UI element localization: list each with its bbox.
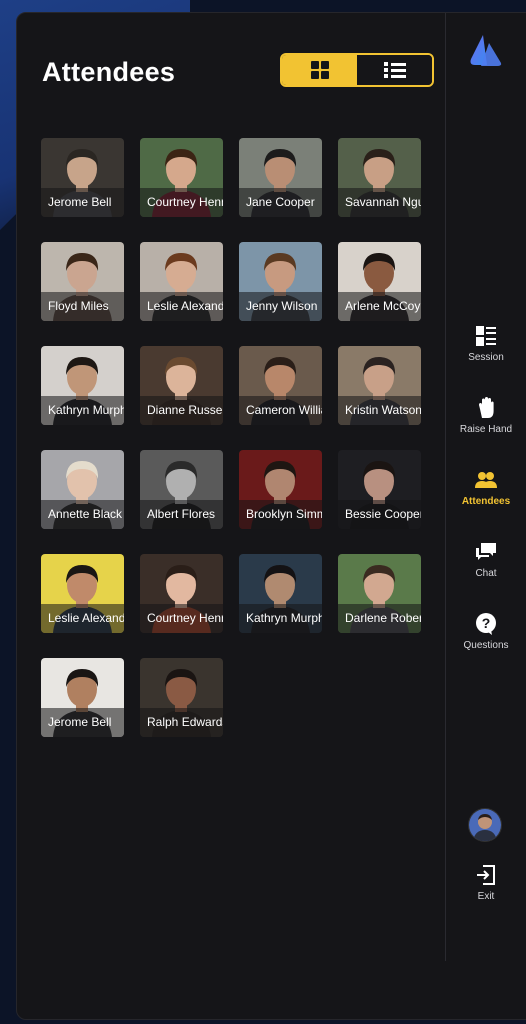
attendee-tile[interactable]: Ralph Edwards (140, 658, 223, 737)
svg-text:?: ? (482, 615, 491, 631)
attendee-name: Albert Flores (140, 500, 223, 529)
exit-button[interactable]: Exit (446, 863, 526, 902)
attendee-tile[interactable]: Jerome Bell (41, 138, 124, 217)
attendee-name: Kathryn Murphy (239, 604, 322, 633)
attendee-name: Darlene Robertson (338, 604, 421, 633)
grid-view-button[interactable] (282, 55, 357, 85)
sidebar-item-attendees[interactable]: Attendees (446, 468, 526, 507)
attendee-tile[interactable]: Courtney Henry (140, 138, 223, 217)
exit-label: Exit (477, 891, 495, 902)
attendee-tile[interactable]: Courtney Henry (140, 554, 223, 633)
sidebar-item-chat[interactable]: Chat (446, 540, 526, 579)
attendee-tile[interactable]: Brooklyn Simmons (239, 450, 322, 529)
exit-icon (477, 865, 495, 885)
attendee-tile[interactable]: Bessie Cooper (338, 450, 421, 529)
chat-icon (476, 543, 496, 560)
attendee-tile[interactable]: Kristin Watson (338, 346, 421, 425)
attendee-name: Floyd Miles (41, 292, 124, 321)
attendee-name: Savannah Nguyen (338, 188, 421, 217)
attendee-name: Bessie Cooper (338, 500, 421, 529)
attendee-tile[interactable]: Darlene Robertson (338, 554, 421, 633)
sidebar-item-label: Session (468, 352, 504, 363)
attendee-name: Dianne Russell (140, 396, 223, 425)
hand-icon (479, 397, 494, 418)
sidebar-item-label: Chat (475, 568, 497, 579)
attendee-tile[interactable]: Savannah Nguyen (338, 138, 421, 217)
attendee-tile[interactable]: Jenny Wilson (239, 242, 322, 321)
view-toggle (280, 53, 434, 87)
attendee-name: Courtney Henry (140, 188, 223, 217)
sidebar-item-session[interactable]: Session (446, 324, 526, 363)
attendee-name: Leslie Alexander (140, 292, 223, 321)
attendee-tile[interactable]: Jane Cooper (239, 138, 322, 217)
attendee-name: Jenny Wilson (239, 292, 322, 321)
sidebar-item-label: Attendees (461, 496, 511, 507)
attendee-tile[interactable]: Cameron Williamson (239, 346, 322, 425)
avatar-image (469, 809, 501, 841)
list-icon (383, 62, 406, 78)
grid-icon (310, 61, 329, 79)
sidebar-item-label: Raise Hand (459, 424, 513, 435)
attendee-name: Arlene McCoy (338, 292, 421, 321)
attendee-name: Brooklyn Simmons (239, 500, 322, 529)
attendee-tile[interactable]: Kathryn Murphy (41, 346, 124, 425)
attendee-tile[interactable]: Dianne Russell (140, 346, 223, 425)
avatar[interactable] (468, 808, 502, 842)
attendee-tile[interactable]: Leslie Alexander (41, 554, 124, 633)
app-logo (470, 35, 502, 66)
attendee-name: Courtney Henry (140, 604, 223, 633)
sidebar-item-label: Questions (463, 640, 509, 651)
attendee-tile[interactable]: Arlene McCoy (338, 242, 421, 321)
attendee-grid: Jerome Bell Courtney Henry Jane Cooper Sava… (41, 138, 421, 737)
attendee-name: Cameron Williamson (239, 396, 322, 425)
question-icon: ? (476, 613, 496, 635)
attendee-tile[interactable]: Kathryn Murphy (239, 554, 322, 633)
attendee-name: Leslie Alexander (41, 604, 124, 633)
attendee-name: Jerome Bell (41, 708, 124, 737)
attendee-tile[interactable]: Jerome Bell (41, 658, 124, 737)
attendee-tile[interactable]: Leslie Alexander (140, 242, 223, 321)
attendee-name: Jane Cooper (239, 188, 322, 217)
session-icon (476, 326, 496, 346)
page-title: Attendees (42, 57, 176, 87)
attendee-name: Kathryn Murphy (41, 396, 124, 425)
attendee-tile[interactable]: Albert Flores (140, 450, 223, 529)
attendee-name: Jerome Bell (41, 188, 124, 217)
list-view-button[interactable] (357, 55, 432, 85)
sidebar-item-raise-hand[interactable]: Raise Hand (446, 396, 526, 435)
attendee-name: Kristin Watson (338, 396, 421, 425)
attendee-tile[interactable]: Floyd Miles (41, 242, 124, 321)
sidebar-item-questions[interactable]: ? Questions (446, 612, 526, 651)
sidebar: Session Raise Hand Attendees Chat ? Ques… (446, 13, 526, 1019)
main-area: Attendees Jerome Bell Courtney Henry Jane … (17, 13, 445, 1019)
attendee-name: Annette Black (41, 500, 124, 529)
attendees-panel: Attendees Jerome Bell Courtney Henry Jane … (16, 12, 526, 1020)
attendee-name: Ralph Edwards (140, 708, 223, 737)
attendee-tile[interactable]: Annette Black (41, 450, 124, 529)
users-icon (475, 472, 497, 488)
